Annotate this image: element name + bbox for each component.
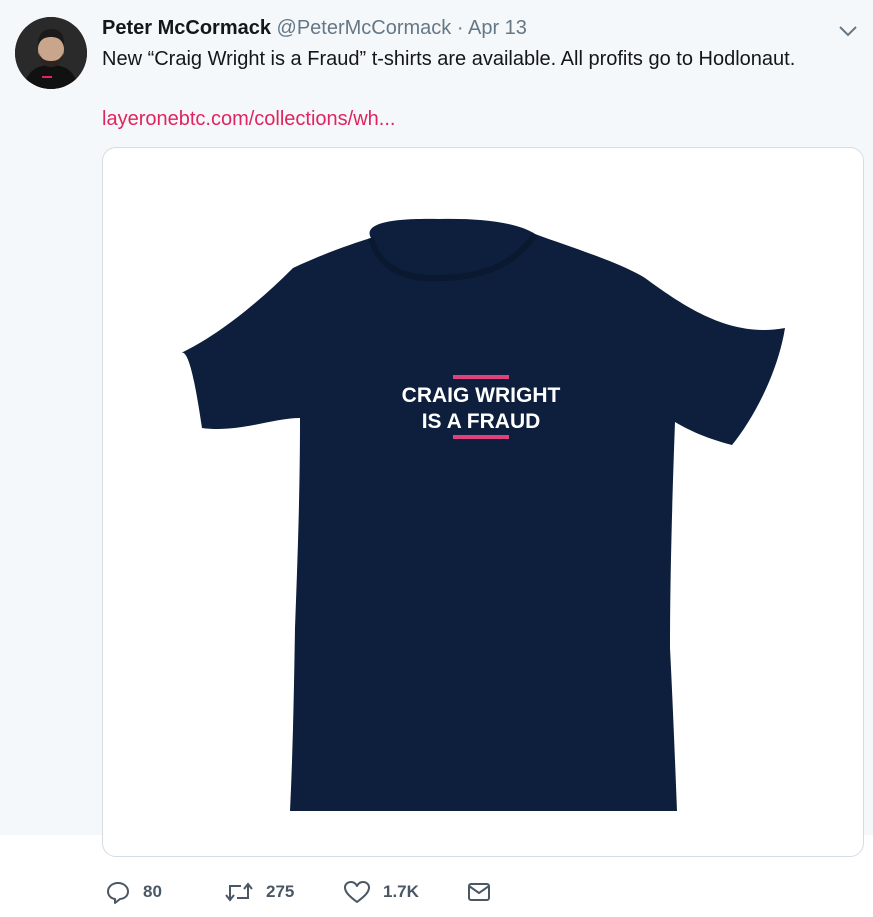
avatar[interactable] xyxy=(15,17,87,89)
shirt-text-line1: CRAIG WRIGHT xyxy=(402,384,561,407)
tshirt-image: CRAIG WRIGHT IS A FRAUD xyxy=(181,218,785,811)
retweet-icon[interactable] xyxy=(224,879,254,905)
tweet-date[interactable]: Apr 13 xyxy=(468,17,527,39)
message-icon[interactable] xyxy=(466,879,492,905)
like-action[interactable]: 1.7K xyxy=(343,875,419,909)
author-name[interactable]: Peter McCormack xyxy=(102,17,271,39)
retweet-count: 275 xyxy=(266,882,295,901)
tweet-header: Peter McCormack @PeterMcCormack · Apr 13 xyxy=(102,16,527,40)
reply-count: 80 xyxy=(143,882,162,901)
message-action[interactable] xyxy=(466,875,492,909)
tweet-text: New “Craig Wright is a Fraud” t-shirts a… xyxy=(102,48,796,70)
chevron-down-icon[interactable] xyxy=(836,18,860,42)
separator-dot: · xyxy=(456,17,464,39)
reply-icon[interactable] xyxy=(105,879,131,905)
author-handle[interactable]: @PeterMcCormack xyxy=(277,17,452,39)
retweet-action[interactable]: 275 xyxy=(224,875,294,909)
like-icon[interactable] xyxy=(343,879,371,905)
tweet-actions: 80 275 1.7K xyxy=(0,875,873,909)
media-card[interactable]: CRAIG WRIGHT IS A FRAUD xyxy=(102,147,864,857)
reply-action[interactable]: 80 xyxy=(105,875,162,909)
tweet-link[interactable]: layeronebtc.com/collections/wh... xyxy=(102,106,395,132)
shirt-text-line2: IS A FRAUD xyxy=(422,410,541,433)
like-count: 1.7K xyxy=(383,882,419,901)
